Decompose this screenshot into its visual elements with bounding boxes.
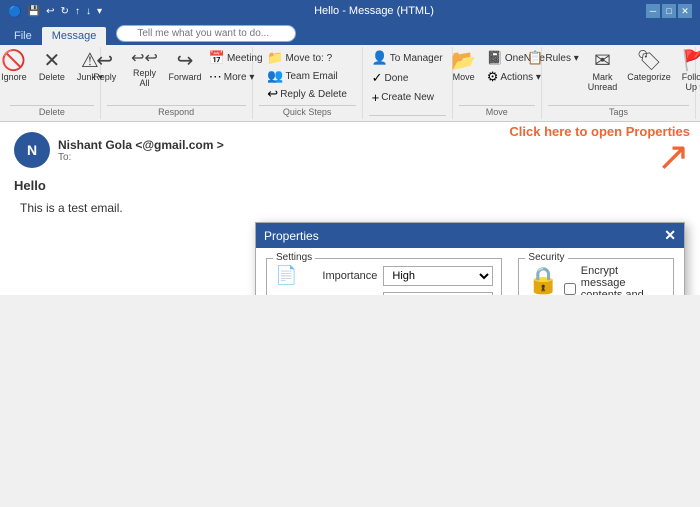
dialog-title-text: Properties [264, 229, 319, 243]
respond-group-content: ↩ Reply ↩↩ Reply All ↪ Forward 📅 Meeting… [87, 49, 266, 103]
movetoz-button[interactable]: 📁 Move to: ? [264, 49, 335, 67]
create-new-button[interactable]: + Create New [369, 89, 437, 106]
window-title: Hello - Message (HTML) [314, 5, 434, 17]
ribbon-group-respond: ↩ Reply ↩↩ Reply All ↪ Forward 📅 Meeting… [101, 47, 253, 119]
respond-group-label: Respond [107, 105, 246, 117]
delete-button[interactable]: ✕ Delete [34, 49, 70, 84]
security-checkboxes: Encrypt message contents and attachments… [564, 265, 665, 295]
security-content: 🔒 Encrypt message contents and attachmen… [527, 265, 665, 295]
app-icon: 🔵 [8, 5, 22, 18]
follow-up-icon: 🚩 [682, 51, 700, 71]
move-icon: 📂 [451, 51, 476, 71]
forward-button[interactable]: ↪ Forward [166, 49, 204, 84]
maximize-button[interactable]: □ [662, 4, 676, 18]
email-body: This is a test email. [14, 201, 686, 215]
tell-me-input[interactable] [116, 25, 296, 42]
properties-dialog: Properties ✕ Settings 📄 Importance High … [255, 222, 685, 295]
categorize-button[interactable]: 🏷 Categorize [623, 49, 675, 84]
actions-icon: ⚙ [487, 69, 499, 85]
delete-icon: ✕ [43, 51, 60, 71]
movetoz-icon: 📁 [267, 50, 283, 66]
ribbon-group-tags: 📋 Rules ▾ ✉ Mark Unread 🏷 Categorize 🚩 F… [542, 47, 696, 119]
dialog-body: Settings 📄 Importance High Normal Low 📄 … [256, 248, 684, 295]
rules-icon: 📋 [527, 50, 543, 66]
reply-icon: ↩ [96, 51, 113, 71]
forward-icon: ↪ [177, 51, 194, 71]
move-button[interactable]: 📂 Move [446, 49, 482, 84]
move-group-label: Move [459, 105, 535, 117]
ribbon-group-quicksteps2: 👤 To Manager ✓ Done + Create New [363, 47, 453, 119]
reply-all-button[interactable]: ↩↩ Reply All [125, 49, 164, 90]
ribbon: 🚫 Ignore ✕ Delete ⚠ Junk ▾ Delete ↩ Repl… [0, 45, 700, 122]
ignore-icon: 🚫 [1, 51, 26, 71]
sensitivity-select[interactable]: Normal Personal Private Confidential [383, 292, 493, 296]
tags-col1: 📋 Rules ▾ [524, 49, 582, 67]
minimize-button[interactable]: ─ [646, 4, 660, 18]
dialog-title-bar: Properties ✕ [256, 223, 684, 248]
follow-up-button[interactable]: 🚩 Follow Up ▾ [677, 49, 700, 95]
quicksteps-content: 📁 Move to: ? 👥 Team Email ↩ Reply & Dele… [264, 49, 350, 103]
importance-select[interactable]: High Normal Low [383, 266, 493, 286]
quicksteps2-content: 👤 To Manager ✓ Done + Create New [369, 49, 446, 113]
undo-icon[interactable]: ↩ [46, 6, 54, 17]
reply-delete-button[interactable]: ↩ Reply & Delete [264, 85, 350, 103]
settings-security-section: Settings 📄 Importance High Normal Low 📄 … [266, 258, 674, 295]
down-icon[interactable]: ↓ [86, 6, 91, 17]
settings-box: Settings 📄 Importance High Normal Low 📄 … [266, 258, 502, 295]
delete-group-label: Delete [10, 105, 94, 117]
done-button[interactable]: ✓ Done [369, 69, 412, 87]
annotation-arrow: ↗ [656, 143, 690, 171]
ribbon-tabs: File Message [0, 22, 700, 45]
tab-tell-me [106, 22, 306, 45]
redo-icon[interactable]: ↻ [61, 6, 69, 17]
title-bar: 🔵 💾 ↩ ↻ ↑ ↓ ▾ Hello - Message (HTML) ─ □… [0, 0, 700, 22]
mark-unread-button[interactable]: ✉ Mark Unread [584, 49, 622, 94]
tab-file[interactable]: File [4, 27, 42, 45]
meeting-icon: 📅 [209, 50, 225, 66]
to-manager-icon: 👤 [372, 50, 388, 66]
create-new-icon: + [372, 90, 380, 105]
window-controls: ─ □ ✕ [646, 4, 692, 18]
security-label: Security [525, 252, 567, 263]
sensitivity-row: 📄 Sensitivity Normal Personal Private Co… [275, 291, 493, 295]
rules-button[interactable]: 📋 Rules ▾ [524, 49, 582, 67]
annotation: Click here to open Properties ↗ [509, 124, 690, 171]
categorize-icon: 🏷 [636, 51, 661, 71]
tags-group-content: 📋 Rules ▾ ✉ Mark Unread 🏷 Categorize 🚩 F… [524, 49, 700, 103]
title-bar-left: 🔵 💾 ↩ ↻ ↑ ↓ ▾ [8, 5, 102, 18]
tab-message[interactable]: Message [42, 27, 107, 45]
quicksteps2-label [369, 115, 446, 117]
tags-group-label: Tags [548, 105, 689, 117]
team-icon: 👥 [267, 68, 283, 84]
main-content: N Nishant Gola <@gmail.com > To: Hello T… [0, 122, 700, 295]
ribbon-group-quicksteps: 📁 Move to: ? 👥 Team Email ↩ Reply & Dele… [253, 47, 363, 119]
importance-label: Importance [307, 270, 377, 282]
security-box: Security 🔒 Encrypt message contents and … [518, 258, 674, 295]
more-qa-icon[interactable]: ▾ [97, 6, 102, 17]
importance-row: 📄 Importance High Normal Low [275, 265, 493, 286]
encrypt-row: Encrypt message contents and attachments [564, 265, 665, 295]
team-email-button[interactable]: 👥 Team Email [264, 67, 340, 85]
encrypt-label: Encrypt message contents and attachments [581, 265, 665, 295]
quicksteps-group-label: Quick Steps [259, 105, 356, 117]
settings-label: Settings [273, 252, 315, 263]
mark-unread-icon: ✉ [594, 51, 611, 71]
onenote-icon: 📓 [487, 50, 503, 66]
more-icon: ⋯ [209, 69, 222, 85]
reply-all-icon: ↩↩ [131, 51, 158, 67]
save-icon[interactable]: 💾 [28, 6, 40, 17]
encrypt-checkbox[interactable] [564, 283, 576, 295]
avatar: N [14, 132, 50, 168]
email-subject: Hello [14, 178, 686, 193]
dialog-close-button[interactable]: ✕ [664, 227, 676, 244]
to-manager-button[interactable]: 👤 To Manager [369, 49, 446, 67]
settings-icon: 📄 [275, 265, 297, 286]
close-window-button[interactable]: ✕ [678, 4, 692, 18]
ignore-button[interactable]: 🚫 Ignore [0, 49, 32, 84]
reply-button[interactable]: ↩ Reply [87, 49, 123, 84]
up-icon[interactable]: ↑ [75, 6, 80, 17]
lock-icon: 🔒 [527, 265, 559, 295]
reply-delete-icon: ↩ [267, 86, 278, 102]
done-icon: ✓ [372, 70, 383, 86]
